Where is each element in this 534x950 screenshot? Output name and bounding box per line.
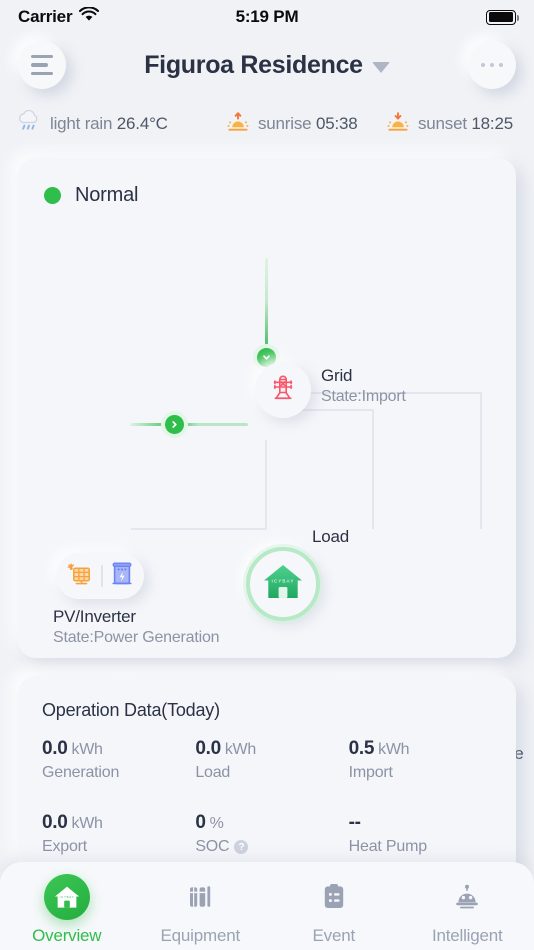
metric-label: Load (195, 764, 231, 781)
weather-condition: light rain 26.4°C (16, 109, 226, 139)
operation-data-card: Operation Data(Today) 0.0 kWh Generation … (18, 676, 516, 876)
metric-value: -- (348, 812, 361, 833)
load-label: Load (312, 527, 350, 546)
metric-load: 0.0 kWh Load (195, 738, 348, 782)
tab-event[interactable]: Event (279, 874, 389, 946)
tab-overview[interactable]: ICYBAY Overview (12, 874, 122, 946)
tab-equipment[interactable]: Equipment (145, 874, 255, 946)
house-brand-text: ICYBAY (271, 578, 294, 583)
metric-label: SOC ? (195, 838, 348, 856)
inverter-icon (110, 560, 134, 593)
metric-value: 0.0 kWh (195, 738, 256, 759)
tab-label: Event (312, 926, 356, 945)
metric-label: Generation (42, 764, 120, 781)
pv-icon-pill (56, 553, 144, 599)
grid-labels: Grid State:Import (321, 366, 406, 406)
clipboard-icon (311, 874, 357, 920)
load-labels: Load (312, 527, 349, 547)
app-header: Figuroa Residence (0, 34, 534, 96)
bottom-tab-bar: ICYBAY Overview Equipment Event Intellig… (0, 862, 534, 950)
sunrise-text: sunrise 05:38 (258, 114, 358, 133)
operation-data-title: Operation Data(Today) (42, 700, 220, 720)
more-options-button[interactable] (468, 41, 516, 89)
energy-flow-card: Normal Grid State:Import ICYBAY Load PV/… (18, 158, 524, 781)
grid-label: Grid (321, 366, 353, 385)
system-status: Normal (44, 184, 138, 207)
house-icon: ICYBAY (261, 561, 305, 608)
chevron-right-arrow-icon (165, 415, 184, 434)
tab-intelligent[interactable]: Intelligent (412, 874, 522, 946)
line-load-heatpump-vertical (372, 409, 374, 529)
metric-heat-pump: -- Heat Pump (349, 812, 502, 856)
grid-state: State:Import (321, 388, 406, 405)
metric-label: Import (348, 764, 393, 781)
more-options-icon (480, 62, 504, 68)
sunset-info: sunset 18:25 (386, 111, 513, 138)
pv-divider (101, 565, 103, 587)
chevron-down-icon (371, 61, 390, 73)
status-badge: Normal (75, 184, 139, 206)
sunrise-info: sunrise 05:38 (226, 111, 386, 138)
metric-label: Export (42, 838, 88, 855)
pv-labels: PV/Inverter State:Power Generation (53, 607, 220, 647)
hamburger-menu-icon (31, 55, 53, 75)
tab-label: Equipment (160, 926, 241, 945)
pv-state: State:Power Generation (53, 629, 220, 646)
status-indicator-dot (44, 187, 61, 204)
flow-pv-to-load (130, 423, 248, 426)
load-icon-circle: ICYBAY (246, 547, 320, 621)
line-load-charger-vertical (480, 392, 482, 529)
status-bar: Carrier 5:19 PM (0, 0, 534, 34)
pv-label: PV/Inverter (53, 607, 136, 626)
metric-export: 0.0 kWh Export (42, 812, 195, 856)
house-icon: ICYBAY (43, 874, 90, 920)
hamburger-menu-button[interactable] (18, 41, 66, 89)
metric-soc: 0% SOC ? (195, 812, 348, 856)
battery-full-icon (486, 9, 520, 25)
sunset-text: sunset 18:25 (418, 114, 513, 133)
tab-label: Intelligent (431, 926, 503, 945)
line-load-battery-horizontal (131, 528, 267, 530)
operation-data-grid: 0.0 kWh Generation 0.0 kWh Load 0.5 kWh Imp… (42, 738, 502, 856)
metric-value: 0.5 kWh (348, 738, 410, 759)
power-tower-icon (268, 373, 298, 408)
metric-import: 0.5 kWh Import (349, 738, 502, 782)
line-load-heatpump-horizontal (301, 409, 374, 411)
flow-arrow-pv-to-load (161, 411, 188, 438)
solar-panel-icon (66, 560, 94, 593)
robot-icon (444, 874, 490, 920)
app-screen: Carrier 5:19 PM Figuroa Residence light … (0, 0, 534, 950)
equipment-icon (177, 874, 223, 920)
status-bar-right (486, 9, 520, 25)
metric-generation: 0.0 kWh Generation (42, 738, 195, 782)
metric-value: 0.0 kWh (42, 738, 103, 759)
flow-grid-to-load (265, 258, 268, 354)
metric-value: 0% (195, 812, 224, 833)
metric-value: 0.0 kWh (42, 812, 103, 833)
clock-label: 5:19 PM (235, 7, 299, 26)
site-selector[interactable]: Figuroa Residence (144, 51, 390, 80)
weather-condition-text: light rain 26.4°C (50, 114, 168, 133)
page-title: Figuroa Residence (144, 50, 363, 79)
metric-label: Heat Pump (348, 838, 427, 855)
node-grid[interactable]: Grid State:Import (255, 362, 406, 418)
help-circle-icon[interactable]: ? (234, 840, 249, 854)
sunset-icon (386, 111, 410, 138)
grid-icon-circle (255, 362, 311, 418)
svg-text:ICYBAY: ICYBAY (59, 894, 74, 898)
line-load-battery-vertical (265, 440, 267, 530)
tab-label: Overview (32, 926, 102, 945)
rain-cloud-icon (16, 109, 42, 139)
sunrise-icon (226, 111, 250, 138)
node-load[interactable]: ICYBAY Load (246, 527, 349, 621)
weather-strip: light rain 26.4°C sunrise 05:38 sunset 1… (0, 104, 534, 144)
node-pv-inverter[interactable]: PV/Inverter State:Power Generation (53, 553, 220, 646)
